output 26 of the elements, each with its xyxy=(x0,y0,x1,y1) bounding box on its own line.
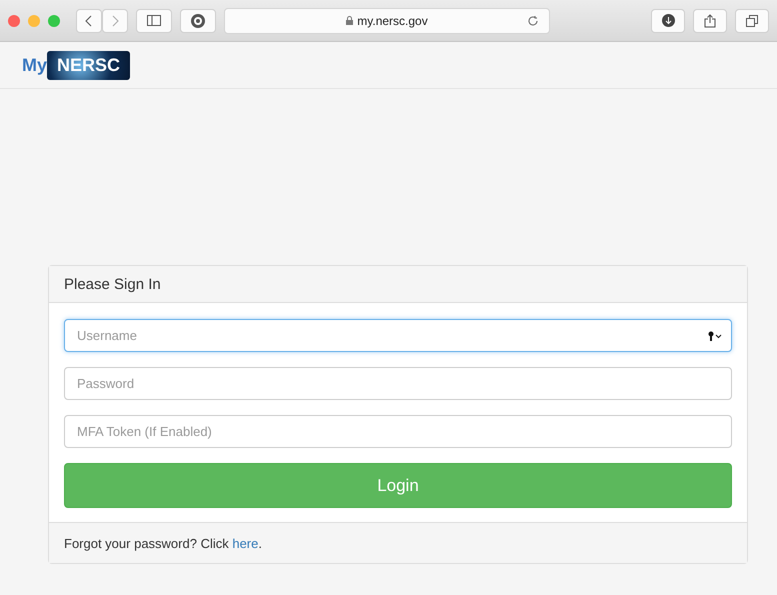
here-link[interactable]: here xyxy=(232,536,258,550)
extension-button[interactable] xyxy=(180,8,216,32)
logo: NERSC xyxy=(47,50,130,80)
sidebar-icon xyxy=(147,15,161,26)
input-field[interactable]: MFA Token (If Enabled) xyxy=(64,415,732,448)
key-icon[interactable] xyxy=(708,331,722,341)
download-icon xyxy=(662,14,674,27)
tabs-button[interactable] xyxy=(735,8,769,32)
login-button[interactable]: Login xyxy=(64,463,732,508)
back-button[interactable] xyxy=(76,8,102,32)
panel-title: Please Sign In xyxy=(49,266,747,303)
share-icon xyxy=(704,14,716,28)
extension-icon xyxy=(191,14,205,28)
chevron-left-icon xyxy=(85,14,93,26)
share-button[interactable] xyxy=(693,8,727,32)
chevron-right-icon xyxy=(111,14,119,26)
input-field[interactable]: Username xyxy=(64,319,732,352)
reload-icon[interactable] xyxy=(527,14,539,26)
logo-text: My xyxy=(22,54,48,76)
sidebar-button[interactable] xyxy=(136,8,172,32)
tabs-icon xyxy=(746,14,758,26)
address-bar[interactable]: my.nersc.gov xyxy=(224,8,550,34)
input-field[interactable]: Password xyxy=(64,367,732,400)
forgot-password-text: Forgot your password? Click here. xyxy=(64,536,262,550)
download-button[interactable] xyxy=(651,8,685,32)
lock-icon xyxy=(346,16,354,25)
